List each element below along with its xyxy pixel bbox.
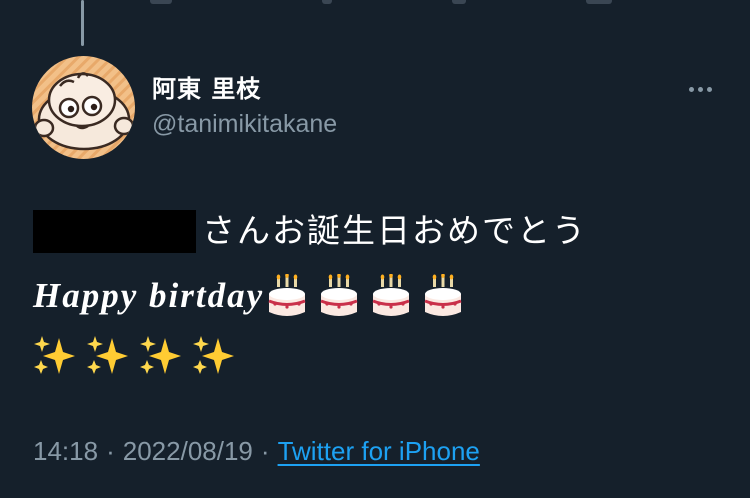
tweet-metadata: 14:18 · 2022/08/19 · Twitter for iPhone xyxy=(33,434,480,468)
sparkles-icon xyxy=(34,336,75,374)
birthday-cake-icon xyxy=(424,274,462,316)
tweet-time[interactable]: 14:18 xyxy=(33,436,98,466)
tweet-text-line: さんお誕生日おめでとう xyxy=(33,206,723,256)
tweet-source-link[interactable]: Twitter for iPhone xyxy=(278,436,480,466)
meta-separator: · xyxy=(260,436,270,466)
cartoon-face-avatar-icon xyxy=(32,56,135,159)
thread-connector-line xyxy=(81,0,84,46)
birthday-greeting-jp: さんお誕生日おめでとう xyxy=(202,211,587,250)
previous-tweet-fragment xyxy=(586,0,612,4)
previous-tweet-fragment xyxy=(452,0,466,4)
author-display-name[interactable]: 阿東 里枝 xyxy=(152,74,337,104)
redacted-mention xyxy=(33,209,196,253)
sparkles-icon xyxy=(87,336,128,374)
more-options-button[interactable] xyxy=(680,76,720,102)
previous-tweet-fragment xyxy=(150,0,172,4)
cake-emoji-group xyxy=(266,274,464,318)
birthday-cake-icon xyxy=(320,274,358,316)
sparkles-icon xyxy=(193,336,234,374)
sparkles-icon xyxy=(140,336,181,374)
birthday-greeting-en: Happy birtday xyxy=(33,276,265,315)
avatar[interactable] xyxy=(32,56,135,159)
sparkles-emoji-group xyxy=(33,330,723,378)
tweet-text: さんお誕生日おめでとう Happy birtday xyxy=(33,206,723,378)
more-options-icon xyxy=(688,86,712,92)
tweet-text-line: Happy birtday xyxy=(33,271,723,321)
tweet-author[interactable]: 阿東 里枝 @tanimikitakane xyxy=(152,74,337,140)
meta-separator: · xyxy=(106,436,115,466)
previous-tweet-fragment xyxy=(322,0,332,4)
previous-tweet-edge xyxy=(0,0,750,6)
author-handle[interactable]: @tanimikitakane xyxy=(152,108,337,140)
birthday-cake-icon xyxy=(372,274,410,316)
birthday-cake-icon xyxy=(268,274,306,316)
tweet-date[interactable]: 2022/08/19 xyxy=(123,436,253,466)
